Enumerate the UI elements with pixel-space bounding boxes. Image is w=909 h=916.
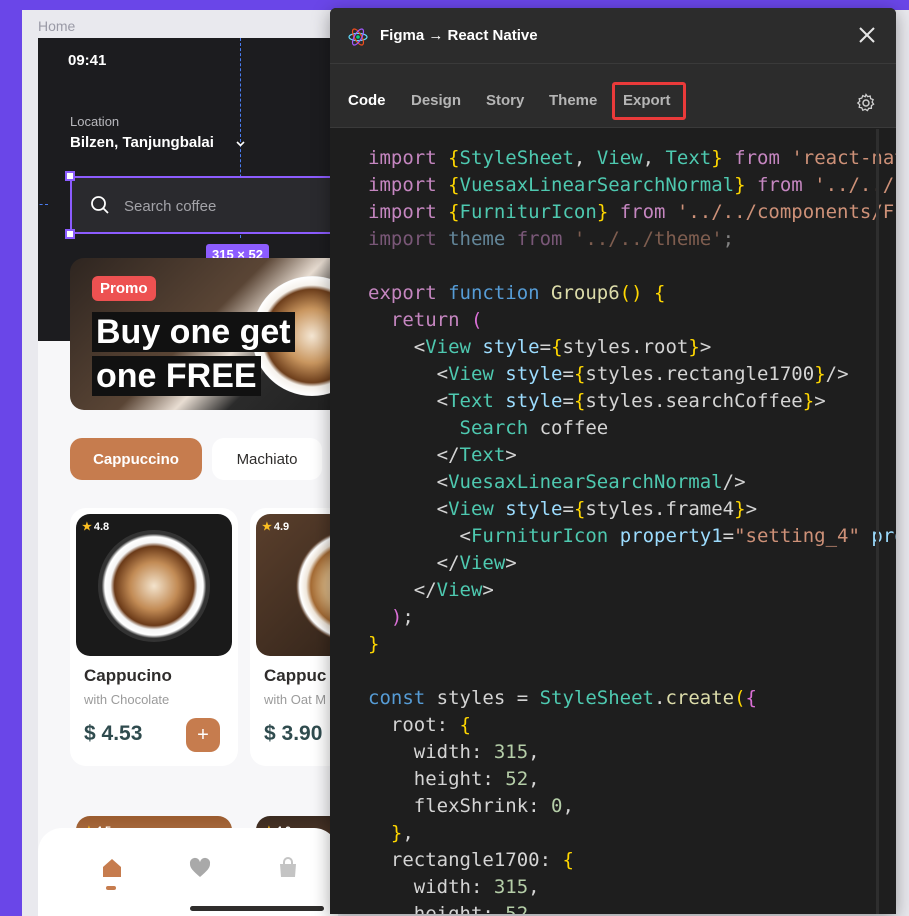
rating-badge: ★ 4.9 xyxy=(262,520,290,534)
tab-theme[interactable]: Theme xyxy=(549,92,597,109)
location-label: Location xyxy=(70,114,120,129)
selection-handle[interactable] xyxy=(65,229,75,239)
plugin-title: Figma → React Native xyxy=(380,27,538,44)
product-image: ★ 4.8 xyxy=(76,514,232,656)
code-line: </View> xyxy=(368,579,494,601)
product-image: ★ 4.9 xyxy=(256,514,338,656)
code-line: Search coffee xyxy=(459,417,609,439)
tab-story[interactable]: Story xyxy=(486,92,524,109)
code-line: width: 315, xyxy=(368,741,540,763)
frame-label[interactable]: Home xyxy=(38,18,75,34)
status-time: 09:41 xyxy=(68,52,107,69)
layout-guide xyxy=(38,204,48,205)
code-line: </Text> xyxy=(368,444,517,466)
home-indicator xyxy=(190,906,324,911)
chevron-down-icon[interactable] xyxy=(235,138,246,152)
code-line: <View style={styles.rectangle1700}/> xyxy=(368,363,849,385)
product-card[interactable]: ★ 4.9 Cappuc with Oat M $ 3.90 xyxy=(250,508,338,766)
plugin-window: Figma → React Native Code Design Story T… xyxy=(330,8,896,914)
scrollbar[interactable] xyxy=(876,129,879,914)
coffee-cup-image xyxy=(98,530,210,642)
code-line: import theme from '../../theme'; xyxy=(368,228,735,250)
code-line: import {StyleSheet, View, Text} from 're… xyxy=(368,147,896,169)
selection-handle[interactable] xyxy=(65,171,75,181)
code-line: root: { xyxy=(368,714,471,736)
code-editor[interactable]: import {StyleSheet, View, Text} from 're… xyxy=(330,129,896,914)
code-line: flexShrink: 0, xyxy=(368,795,574,817)
product-card[interactable]: ★ 4.8 Cappucino with Chocolate $ 4.53 + xyxy=(70,508,238,766)
search-placeholder: Search coffee xyxy=(124,198,217,215)
code-line: <FurniturIcon property1="setting_4" prop… xyxy=(368,525,897,547)
active-indicator xyxy=(106,886,116,890)
star-icon: ★ xyxy=(82,521,92,533)
search-input[interactable]: Search coffee xyxy=(70,176,338,234)
code-line: import {VuesaxLinearSearchNormal} from '… xyxy=(368,174,896,196)
bottom-navigation xyxy=(38,828,338,916)
export-highlight-box xyxy=(612,82,686,120)
location-value[interactable]: Bilzen, Tanjungbalai xyxy=(70,134,214,151)
add-to-cart-button[interactable]: + xyxy=(186,718,220,752)
code-line: width: 315, xyxy=(368,876,540,898)
product-price: $ 3.90 xyxy=(264,722,323,745)
promo-headline: Buy one get xyxy=(92,312,295,352)
code-line: <View style={styles.frame4}> xyxy=(368,498,758,520)
code-line: } xyxy=(368,633,380,655)
code-line: <View style={styles.root}> xyxy=(368,336,712,358)
product-subtitle: with Oat M xyxy=(264,692,327,707)
phone-frame: 09:41 Location Bilzen, Tanjungbalai Sear… xyxy=(38,38,338,916)
category-chip-machiato[interactable]: Machiato xyxy=(212,438,322,480)
code-line: height: 52, xyxy=(368,768,540,790)
code-line: }, xyxy=(390,822,414,844)
code-line: height: 52, xyxy=(368,903,540,914)
category-chip-cappuccino[interactable]: Cappuccino xyxy=(70,438,202,480)
tab-bar: Code Design Story Theme Export xyxy=(330,64,896,128)
search-icon xyxy=(91,196,109,214)
product-name: Cappucino xyxy=(84,666,172,685)
code-line: const styles = StyleSheet.create({ xyxy=(368,687,757,709)
plugin-header: Figma → React Native xyxy=(330,8,896,64)
promo-badge: Promo xyxy=(92,276,156,301)
rating-badge: ★ 4.8 xyxy=(82,520,110,534)
home-icon[interactable] xyxy=(100,856,124,880)
tab-design[interactable]: Design xyxy=(411,92,461,109)
code-line: import {FurniturIcon} from '../../compon… xyxy=(368,201,896,223)
code-line: rectangle1700: { xyxy=(368,849,574,871)
code-line: export function Group6() { xyxy=(368,282,666,304)
code-line: </View> xyxy=(368,552,517,574)
product-subtitle: with Chocolate xyxy=(84,692,170,707)
tab-code[interactable]: Code xyxy=(348,92,386,109)
code-line: <Text style={styles.searchCoffee}> xyxy=(368,390,826,412)
shopping-bag-icon[interactable] xyxy=(276,856,300,880)
heart-icon[interactable] xyxy=(188,856,212,880)
react-logo-icon xyxy=(348,28,368,46)
star-icon: ★ xyxy=(262,521,272,533)
gear-icon[interactable] xyxy=(856,93,876,113)
code-line: ); xyxy=(390,606,414,628)
code-line: <VuesaxLinearSearchNormal/> xyxy=(368,471,746,493)
product-price: $ 4.53 xyxy=(84,722,143,745)
product-name: Cappuc xyxy=(264,666,327,685)
promo-headline: one FREE xyxy=(92,356,261,396)
code-line: return ( xyxy=(390,309,483,331)
promo-banner[interactable]: Promo Buy one get one FREE xyxy=(70,258,338,410)
close-icon[interactable] xyxy=(856,24,878,46)
